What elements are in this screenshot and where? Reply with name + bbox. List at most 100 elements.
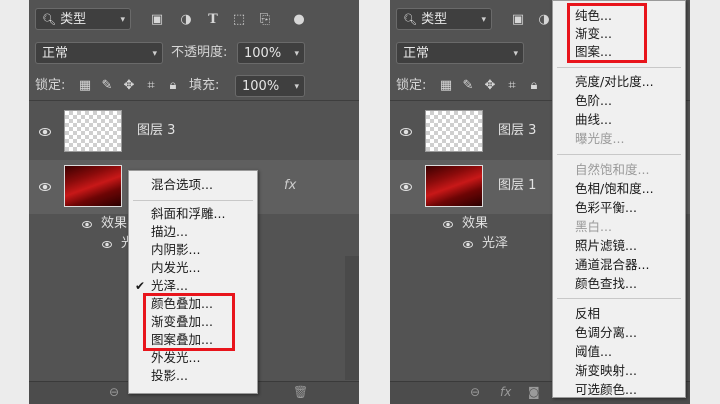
scrollbar[interactable] [345,256,359,380]
fill-input[interactable]: 100% ▾ [235,75,305,97]
opacity-input[interactable]: 100% ▾ [237,42,305,64]
layer-thumbnail [425,110,483,152]
chevron-down-icon: ▾ [294,49,299,59]
menu-item-photo-filter[interactable]: 照片滤镜... [553,237,685,255]
fx-icon[interactable]: fx [500,385,511,399]
layer-thumbnail [64,110,122,152]
layer-name: 图层 1 [498,178,537,193]
menu-item-vibrance: 自然饱和度... [575,162,650,177]
effects-label: 效果 [462,216,489,231]
blend-mode-select[interactable]: 正常 ▾ [35,42,163,64]
filter-kind-label: 类型 [60,12,87,27]
filter-kind-label: 类型 [421,12,448,27]
menu-item-blending-options[interactable]: 混合选项... [129,176,257,194]
smart-object-filter-icon[interactable]: ⎘ [257,8,273,32]
eye-icon[interactable] [82,221,92,228]
eye-icon[interactable] [463,241,473,248]
layer-name: 图层 3 [498,123,537,138]
lock-artboard-icon[interactable]: ⌗ [504,72,520,100]
menu-item-inner-glow[interactable]: 内发光... [129,259,257,277]
adjustment-filter-icon[interactable]: ◑ [536,8,552,32]
fill-label: 填充: [189,78,220,93]
eye-icon[interactable] [443,221,453,228]
link-icon[interactable]: ⊖ [470,385,480,399]
lock-move-icon[interactable]: ✥ [121,72,137,100]
menu-item-stroke[interactable]: 描边... [129,223,257,241]
chevron-down-icon: ▾ [294,82,299,92]
menu-item-inner-shadow[interactable]: 内阴影... [129,241,257,259]
menu-item-outer-glow[interactable]: 外发光... [129,349,257,367]
menu-item-color-balance[interactable]: 色彩平衡... [553,199,685,217]
fx-badge[interactable]: fx [284,176,296,196]
chevron-down-icon: ▾ [481,15,486,25]
menu-item-brightness-contrast[interactable]: 亮度/对比度... [553,73,685,91]
chevron-down-icon: ▾ [120,15,125,25]
menu-separator [557,67,681,68]
menu-item-levels[interactable]: 色阶... [553,92,685,110]
opacity-value: 100% [244,46,282,61]
menu-separator [557,154,681,155]
opacity-label: 不透明度: [171,45,228,60]
link-icon[interactable]: ⊖ [109,385,119,399]
lock-artboard-icon[interactable]: ⌗ [143,72,159,100]
eye-icon[interactable] [39,183,51,191]
search-icon: 🔍︎ [403,13,417,26]
layers-panel-left: 🔍︎ 类型 ▾ ▣ ◑ T ⬚ ⎘ ● 正常 ▾ 不透明度: 100% ▾ 锁定… [29,0,359,404]
chevron-down-icon: ▾ [513,49,518,59]
lock-paint-icon[interactable]: ✎ [99,72,115,100]
layer-style-menu: 混合选项... 斜面和浮雕... 描边... 内阴影... 内发光... ✔ 光… [128,170,258,394]
effects-label: 效果 [101,216,128,231]
trash-icon[interactable]: 🗑︎ [293,385,308,399]
menu-item-posterize[interactable]: 色调分离... [553,324,685,342]
filter-toggle-icon[interactable]: ● [291,8,307,32]
lock-label: 锁定: [396,78,427,93]
highlight-box [567,3,647,63]
eye-icon[interactable] [400,183,412,191]
fill-value: 100% [242,79,280,94]
blend-mode-select[interactable]: 正常 ▾ [396,42,524,64]
eye-icon[interactable] [400,128,412,136]
image-filter-icon[interactable]: ▣ [149,8,165,32]
adjustment-layer-menu: 纯色... 渐变... 图案... 亮度/对比度... 色阶... 曲线... … [552,0,686,398]
blend-mode-value: 正常 [42,46,69,61]
lock-all-icon[interactable]: 🔒︎ [165,72,181,100]
lock-paint-icon[interactable]: ✎ [460,72,476,100]
menu-separator [557,298,681,299]
menu-item-hue-saturation[interactable]: 色相/饱和度... [553,180,685,198]
eye-icon[interactable] [39,128,51,136]
menu-item-invert[interactable]: 反相 [553,305,685,323]
filter-kind-select[interactable]: 🔍︎ 类型 ▾ [396,8,492,30]
menu-item-drop-shadow[interactable]: 投影... [129,367,257,385]
menu-item-channel-mixer[interactable]: 通道混合器... [553,256,685,274]
lock-transparent-icon[interactable]: ▦ [438,72,454,100]
menu-item-black-white: 黑白... [575,219,612,234]
layer-thumbnail [64,165,122,207]
shape-filter-icon[interactable]: ⬚ [231,8,247,32]
type-filter-icon[interactable]: T [205,8,221,32]
lock-move-icon[interactable]: ✥ [482,72,498,100]
menu-item-color-lookup[interactable]: 颜色查找... [553,275,685,293]
layer-row[interactable]: 图层 3 [29,105,359,159]
filter-kind-select[interactable]: 🔍︎ 类型 ▾ [35,8,131,30]
highlight-box [143,293,235,351]
mask-icon[interactable]: ◙ [528,385,540,399]
adjustment-filter-icon[interactable]: ◑ [178,8,194,32]
image-filter-icon[interactable]: ▣ [510,8,526,32]
menu-item-bevel-emboss[interactable]: 斜面和浮雕... [129,205,257,223]
menu-item-label: 光泽... [151,278,188,293]
chevron-down-icon: ▾ [152,49,157,59]
lock-all-icon[interactable]: 🔒︎ [526,72,542,100]
menu-item-gradient-map[interactable]: 渐变映射... [553,362,685,380]
menu-item-threshold[interactable]: 阈值... [553,343,685,361]
blend-mode-value: 正常 [403,46,430,61]
menu-item-curves[interactable]: 曲线... [553,111,685,129]
lock-row: 锁定: ▦ ✎ ✥ ⌗ 🔒︎ 填充: 100% ▾ [29,72,359,101]
effect-satin-label: 光泽 [482,236,509,251]
eye-icon[interactable] [102,241,112,248]
lock-transparent-icon[interactable]: ▦ [77,72,93,100]
layer-name: 图层 3 [137,123,176,138]
blend-row: 正常 ▾ 不透明度: 100% ▾ [29,39,359,67]
layer-thumbnail [425,165,483,207]
menu-item-selective-color[interactable]: 可选颜色... [553,381,685,399]
search-icon: 🔍︎ [42,13,56,26]
